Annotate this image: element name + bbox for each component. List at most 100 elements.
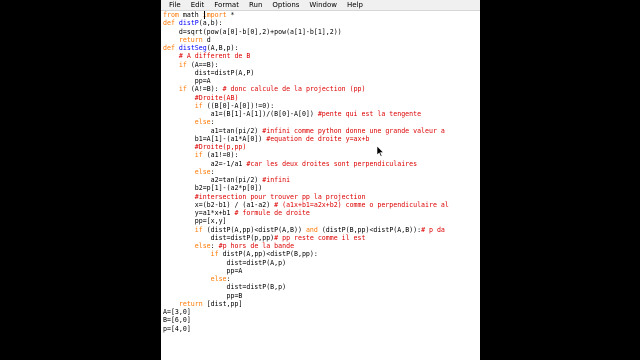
code-token: [dist,pp] [202,299,243,308]
code-token: y=a1*x+b1 [163,209,235,217]
menu-run[interactable]: Run [244,0,267,10]
code-token: if [210,250,219,259]
code-token: d [202,35,211,44]
code-token: (A,B,p): [206,44,239,52]
code-token: x=(b2-b1) / (a1-a2) [163,200,275,209]
code-line: else: #p hors de la bande [163,242,480,250]
code-token: #Droite(AB) [194,93,239,102]
code-token: #pente qui est la tengente [317,110,422,118]
code-token: distP(A,pp)<distP(B,pp): [218,250,318,259]
code-line: p=[4,0] [163,325,480,333]
code-token: # donc calcule de la projection (pp) [222,85,366,94]
code-token: else [194,242,211,250]
menu-window[interactable]: Window [304,0,342,10]
code-token: pp=B [163,291,243,300]
code-line: return [dist,pp] [163,300,480,308]
code-token: : [210,242,219,250]
code-line: b1=A[1]-(a1*A[0]) #equation de droite y=… [163,135,480,143]
menu-help[interactable]: Help [342,0,368,10]
code-token: #intersection pour trouver pp la project… [194,192,366,201]
code-token: (A==B): [186,60,219,69]
code-line: def distSeg(A,B,p): [163,44,480,52]
code-line: def distP(a,b): [163,19,480,27]
code-token: # A different de B [178,52,251,61]
code-token: # formule de droite [234,209,310,217]
code-token: a1=tan(pi/2) [163,126,263,135]
code-token: if [194,151,203,160]
code-token: : [226,275,231,283]
code-token: : [210,167,215,176]
code-token: ((B[0]-A[0])!=0): [202,101,275,110]
code-line: else: [163,168,480,176]
code-token: from [163,11,179,19]
code-token: else [194,167,211,176]
code-line: if distP(A,pp)<distP(B,pp): [163,250,480,258]
code-line: pp=A [163,267,480,275]
code-token: dist=distP(p,pp) [163,233,275,242]
code-token: d=sqrt(pow(a[0]-b[0],2)+pow(a[1]-b[1],2)… [163,27,342,36]
code-editor[interactable]: from math import * def distP(a,b): d=sqrt… [161,11,480,360]
code-line: pp=B [163,292,480,300]
code-token: # p da [421,225,445,234]
code-token: #car les deux droites sont perpendiculai… [246,159,418,168]
code-token: #equation de droite y=ax+b [266,134,370,143]
code-token: * [226,11,235,19]
code-line: dist=distP(A,P) [163,69,480,77]
idle-editor-window: File Edit Format Run Options Window Help… [161,0,480,360]
code-line: dist=distP(p,pp)# pp reste comme il est [163,234,480,242]
text-caret [204,11,205,19]
menu-file[interactable]: File [164,0,186,10]
code-token: import [202,11,227,19]
code-line: a2=tan(pi/2) #infini [163,176,480,184]
code-line: else: [163,275,480,283]
code-line: if (distP(A,pp)<distP(A,B)) and (distP(B… [163,226,480,234]
code-line: if (A!=B): # donc calcule de la projecti… [163,85,480,93]
code-token: a2=-1/a1 [163,159,247,168]
code-token: return [178,299,203,308]
code-line: A=[3,0] [163,308,480,316]
code-line: # A different de B [163,52,480,60]
code-token: (distP(B,pp)<distP(A,B)): [317,225,422,234]
code-token: (a,b): [198,19,223,28]
code-token: pp=[x,y] [163,217,227,226]
code-token: dist=distP(B,p) [163,283,287,292]
code-token: if [194,101,203,110]
code-token: dist=distP(A,P) [163,68,255,77]
code-line: if ((B[0]-A[0])!=0): [163,102,480,110]
code-line: a1=tan(pi/2) #infini comme python donne … [163,127,480,135]
code-line: y=a1*x+b1 # formule de droite [163,209,480,217]
code-token: distP [178,19,199,28]
code-line: #Droite(p,pp) [163,143,480,151]
code-line: x=(b2-b1) / (a1-a2) # (a1x+b1=a2x+b2) co… [163,201,480,209]
code-token: pp=A [163,266,243,275]
code-line: if (a1!=0): [163,151,480,159]
code-line: dist=distP(A,p) [163,259,480,267]
code-token: a2=tan(pi/2) [163,176,263,184]
code-token: a1=(B[1]-A[1])/(B[0]-A[0]) [163,110,318,118]
code-token: if [194,225,203,234]
menu-edit[interactable]: Edit [186,0,210,10]
menu-bar: File Edit Format Run Options Window Help [161,0,480,11]
code-line: b2=p[1]-(a2*p[0]) [163,184,480,192]
code-token: B=[6,0] [163,316,191,325]
code-token: if [178,60,187,69]
code-token: pp=A [163,77,211,85]
code-token: # (a1x+b1=a2x+b2) comme o perpendiculair… [274,200,449,209]
code-token: distSeg [178,44,207,52]
menu-format[interactable]: Format [209,0,244,10]
code-token: if [178,85,187,94]
code-token: #infini [262,176,291,184]
menu-options[interactable]: Options [267,0,304,10]
code-line: from math import * [163,11,480,19]
code-token: (distP(A,pp)<distP(A,B)) [202,225,306,234]
code-token: and [305,225,318,234]
